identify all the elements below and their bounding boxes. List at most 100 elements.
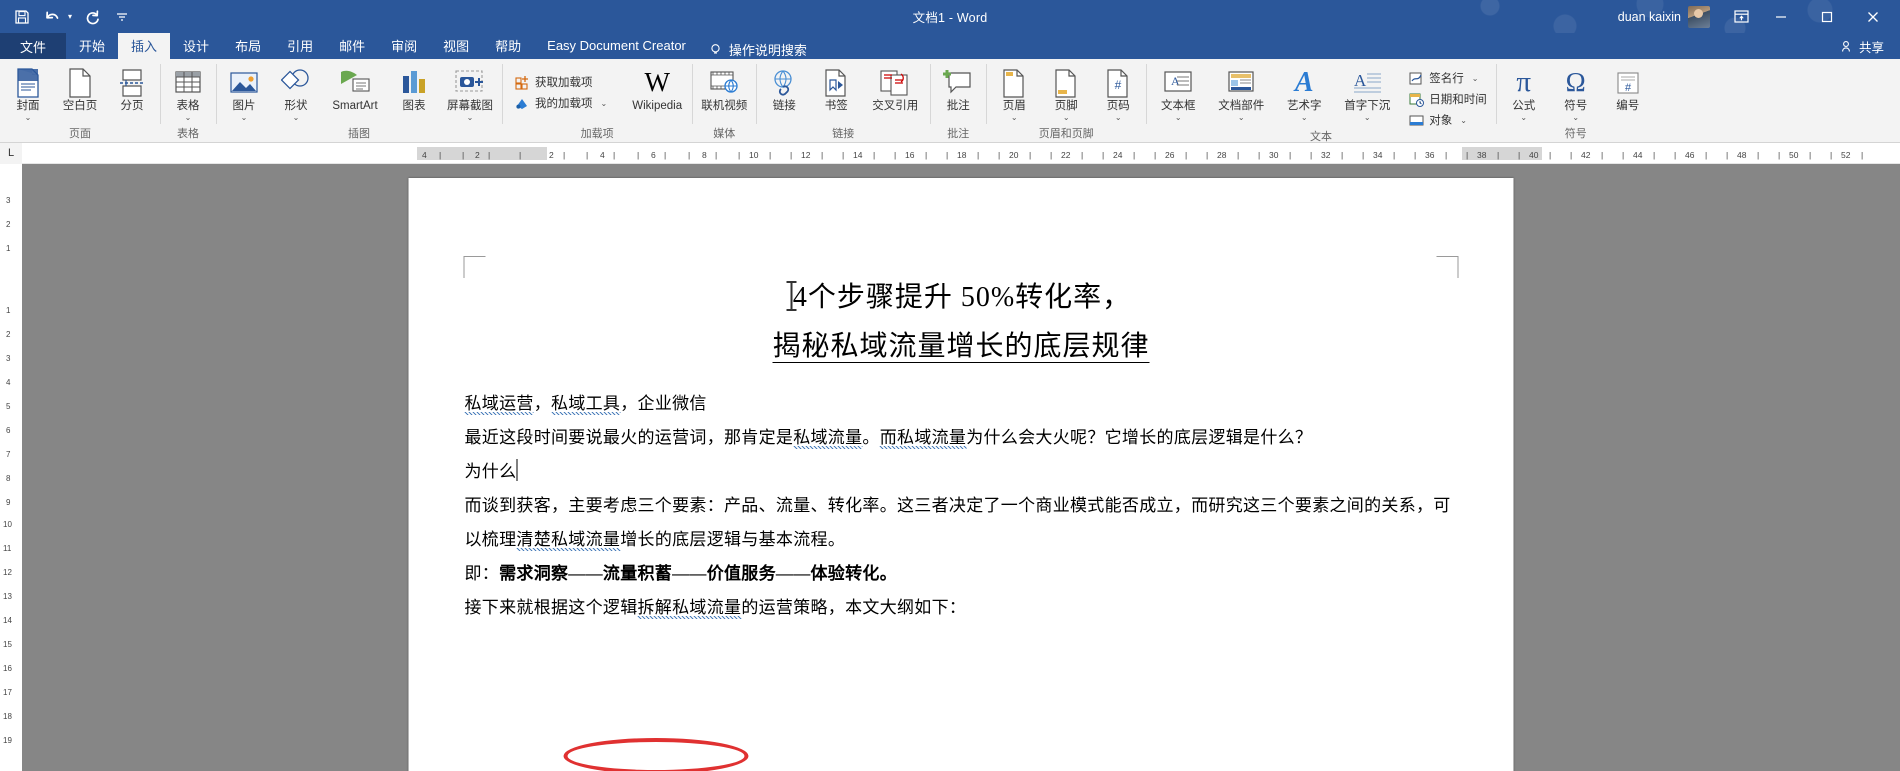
- blank-page-label: 空白页: [62, 100, 98, 112]
- tab-stop-selector[interactable]: L: [0, 142, 22, 164]
- ribbon-group-text: A 文本框 ⌄ 文档部件 ⌄ A 艺术字 ⌄ A 首字下沉 ⌄ 签名行 ⌄ 日期…: [1146, 59, 1496, 143]
- vertical-ruler[interactable]: 3 2 1 1 2 3 4 5 6 7 8 9 10 11 12 13 14 1…: [0, 164, 22, 771]
- chevron-down-icon[interactable]: ⌄: [241, 114, 248, 122]
- chevron-down-icon[interactable]: ⌄: [1175, 114, 1182, 122]
- text-box-button[interactable]: A 文本框 ⌄: [1148, 62, 1208, 124]
- keyword-sep-1: ，: [533, 394, 552, 413]
- customize-qat-button[interactable]: [108, 4, 136, 30]
- document-page[interactable]: 4个步骤提升 50%转化率， 揭秘私域流量增长的底层规律 私域运营，私域工具，企…: [408, 178, 1514, 771]
- screenshot-label: 屏幕截图: [447, 100, 493, 112]
- chevron-down-icon[interactable]: ⌄: [1115, 114, 1122, 122]
- quick-parts-button[interactable]: 文档部件 ⌄: [1208, 62, 1274, 124]
- chevron-down-icon[interactable]: ⌄: [1572, 114, 1579, 122]
- chevron-down-icon[interactable]: ⌄: [1011, 114, 1018, 122]
- number-button[interactable]: # 编号: [1602, 62, 1654, 124]
- paragraph-keywords: 私域运营，私域工具，企业微信: [464, 387, 1458, 421]
- outline-run-1: 接下来就根据这个逻辑: [464, 598, 638, 617]
- bookmark-button[interactable]: 书签: [810, 62, 862, 124]
- page-number-button[interactable]: # 页码 ⌄: [1092, 62, 1144, 124]
- page-break-label: 分页: [120, 100, 144, 112]
- symbol-button[interactable]: Ω 符号 ⌄: [1550, 62, 1602, 124]
- screenshot-button[interactable]: 屏幕截图 ⌄: [440, 62, 500, 124]
- chevron-down-icon[interactable]: ⌄: [601, 99, 608, 108]
- minimize-icon: [1776, 15, 1786, 18]
- quick-parts-label: 文档部件: [1218, 100, 1265, 112]
- account-name[interactable]: duan kaixin: [1618, 10, 1681, 24]
- new-comment-button[interactable]: 批注: [932, 62, 984, 124]
- share-button[interactable]: 共享: [1841, 37, 1900, 59]
- cover-page-button[interactable]: 封面 ⌄: [2, 62, 54, 124]
- tab-file[interactable]: 文件: [0, 33, 67, 59]
- document-body[interactable]: 4个步骤提升 50%转化率， 揭秘私域流量增长的底层规律 私域运营，私域工具，企…: [464, 273, 1458, 625]
- document-canvas[interactable]: 4个步骤提升 50%转化率， 揭秘私域流量增长的底层规律 私域运营，私域工具，企…: [22, 164, 1900, 771]
- header-icon: [1001, 66, 1027, 99]
- page-break-button[interactable]: 分页: [106, 62, 158, 124]
- tab-home[interactable]: 开始: [66, 33, 118, 59]
- ribbon-group-media: 联机视频 媒体: [692, 59, 756, 142]
- tab-review[interactable]: 审阅: [378, 33, 430, 59]
- my-addins-button[interactable]: 我的加载项 ⌄: [510, 93, 614, 113]
- chevron-down-icon[interactable]: ⌄: [1063, 114, 1070, 122]
- table-button[interactable]: 表格 ⌄: [162, 62, 214, 124]
- chevron-down-icon[interactable]: ⌄: [1301, 114, 1308, 122]
- blank-page-button[interactable]: 空白页: [54, 62, 106, 124]
- group-label-media: 媒体: [713, 128, 736, 140]
- wikipedia-button[interactable]: W Wikipedia: [624, 62, 690, 124]
- undo-dropdown-icon[interactable]: ▾: [64, 12, 76, 21]
- get-addins-button[interactable]: 获取加载项: [510, 72, 614, 92]
- ribbon-group-comments: 批注 批注: [930, 59, 986, 142]
- undo-button[interactable]: [38, 4, 66, 30]
- chevron-down-icon[interactable]: ⌄: [25, 114, 32, 122]
- equation-button[interactable]: π 公式 ⌄: [1498, 62, 1550, 124]
- date-time-button[interactable]: 日期和时间: [1404, 89, 1494, 109]
- header-button[interactable]: 页眉 ⌄: [988, 62, 1040, 124]
- chevron-down-icon[interactable]: ⌄: [185, 114, 192, 122]
- link-button[interactable]: 链接: [758, 62, 810, 124]
- chevron-down-icon[interactable]: ⌄: [1238, 114, 1245, 122]
- outline-run-2: 拆解私域流量: [637, 598, 742, 619]
- pictures-button[interactable]: 图片 ⌄: [218, 62, 270, 124]
- keyword-1: 私域运营: [464, 394, 534, 415]
- tab-layout[interactable]: 布局: [222, 33, 274, 59]
- save-button[interactable]: [8, 4, 36, 30]
- drop-cap-button[interactable]: A 首字下沉 ⌄: [1334, 62, 1400, 124]
- signature-line-button[interactable]: 签名行 ⌄: [1404, 68, 1494, 88]
- footer-button[interactable]: 页脚 ⌄: [1040, 62, 1092, 124]
- tab-insert[interactable]: 插入: [118, 33, 171, 59]
- ribbon-display-options-button[interactable]: [1724, 4, 1758, 30]
- redo-button[interactable]: [78, 4, 106, 30]
- tab-design[interactable]: 设计: [170, 33, 222, 59]
- tab-easy-document-creator[interactable]: Easy Document Creator: [534, 33, 699, 59]
- chart-button[interactable]: 图表: [388, 62, 440, 124]
- screenshot-icon: [454, 66, 486, 99]
- chevron-down-icon[interactable]: ⌄: [1460, 116, 1467, 125]
- why-text: 为什么: [464, 462, 517, 481]
- object-button[interactable]: 对象 ⌄: [1404, 110, 1494, 130]
- restore-button[interactable]: [1804, 0, 1850, 33]
- chevron-down-icon[interactable]: ⌄: [293, 114, 300, 122]
- smartart-button[interactable]: SmartArt: [322, 62, 388, 124]
- chevron-down-icon[interactable]: ⌄: [1520, 114, 1527, 122]
- tab-help[interactable]: 帮助: [482, 33, 534, 59]
- bookmark-icon: [822, 66, 850, 99]
- chevron-down-icon[interactable]: ⌄: [1364, 114, 1371, 122]
- avatar[interactable]: [1688, 5, 1710, 28]
- horizontal-ruler[interactable]: 4 | | 2 | | 2 | | 4 | | 6 | | 8 | | 10 | | 12 | | 14 | |…: [22, 143, 1900, 164]
- wordart-button[interactable]: A 艺术字 ⌄: [1274, 62, 1334, 124]
- document-area: 3 2 1 1 2 3 4 5 6 7 8 9 10 11 12 13 14 1…: [0, 164, 1900, 771]
- chevron-down-icon[interactable]: ⌄: [467, 114, 474, 122]
- minimize-button[interactable]: [1758, 0, 1804, 33]
- ribbon-display-options-icon: [1733, 10, 1749, 23]
- cross-reference-button[interactable]: 交叉引用: [862, 62, 928, 124]
- page-break-icon: [118, 66, 146, 99]
- tab-references[interactable]: 引用: [274, 33, 326, 59]
- tab-mailings[interactable]: 邮件: [326, 33, 378, 59]
- tell-me-search[interactable]: 操作说明搜索: [699, 40, 807, 59]
- close-button[interactable]: [1850, 0, 1896, 33]
- ribbon-group-symbols: π 公式 ⌄ Ω 符号 ⌄ # 编号 符号: [1495, 59, 1656, 142]
- chevron-down-icon[interactable]: ⌄: [1472, 74, 1479, 83]
- red-ellipse-annotation[interactable]: [563, 738, 749, 771]
- tab-view[interactable]: 视图: [430, 33, 482, 59]
- online-video-button[interactable]: 联机视频: [694, 62, 754, 124]
- shapes-button[interactable]: 形状 ⌄: [270, 62, 322, 124]
